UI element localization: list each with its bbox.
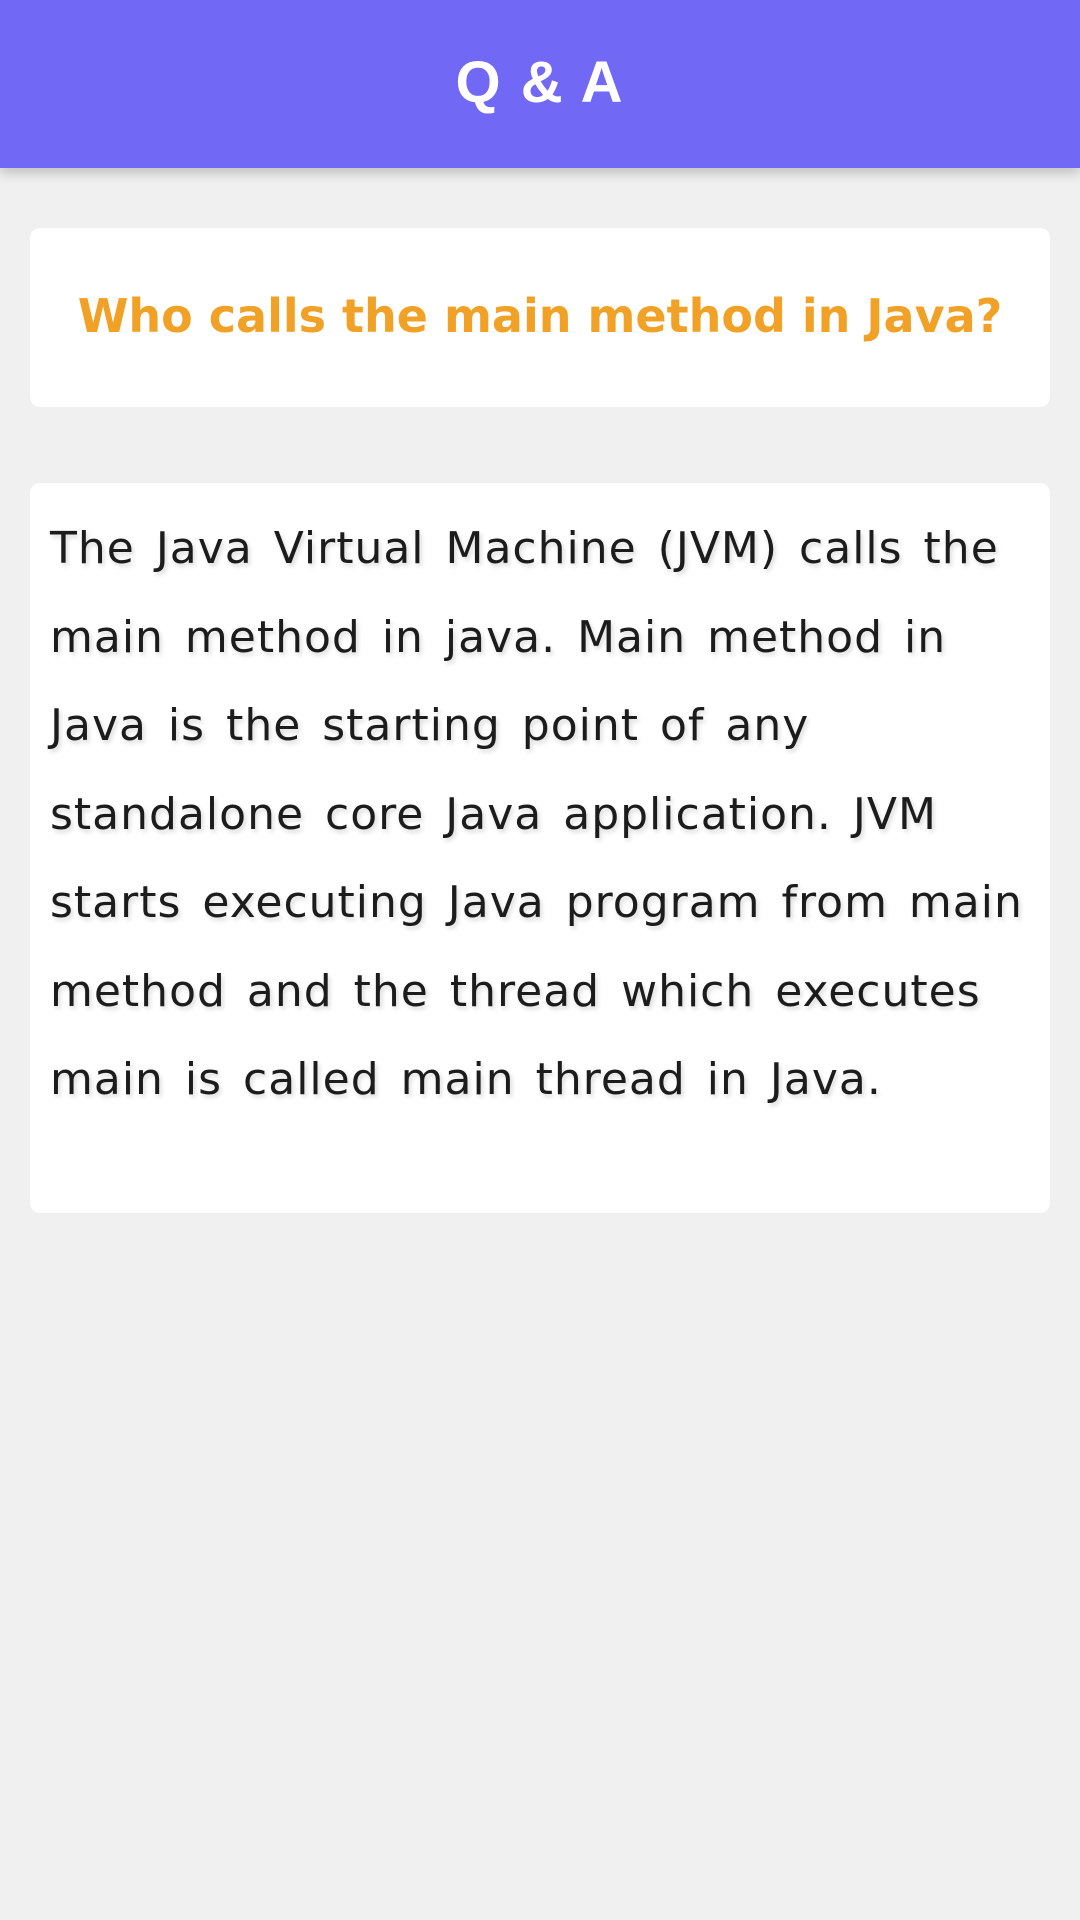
app-title: Q & A	[455, 49, 625, 115]
answer-text: The Java Virtual Machine (JVM) calls the…	[50, 523, 1023, 1105]
answer-card: The Java Virtual Machine (JVM) calls the…	[30, 483, 1050, 1213]
question-text: Who calls the main method in Java?	[77, 288, 1003, 343]
app-bar: Q & A	[0, 0, 1080, 168]
question-card: Who calls the main method in Java?	[30, 228, 1050, 407]
